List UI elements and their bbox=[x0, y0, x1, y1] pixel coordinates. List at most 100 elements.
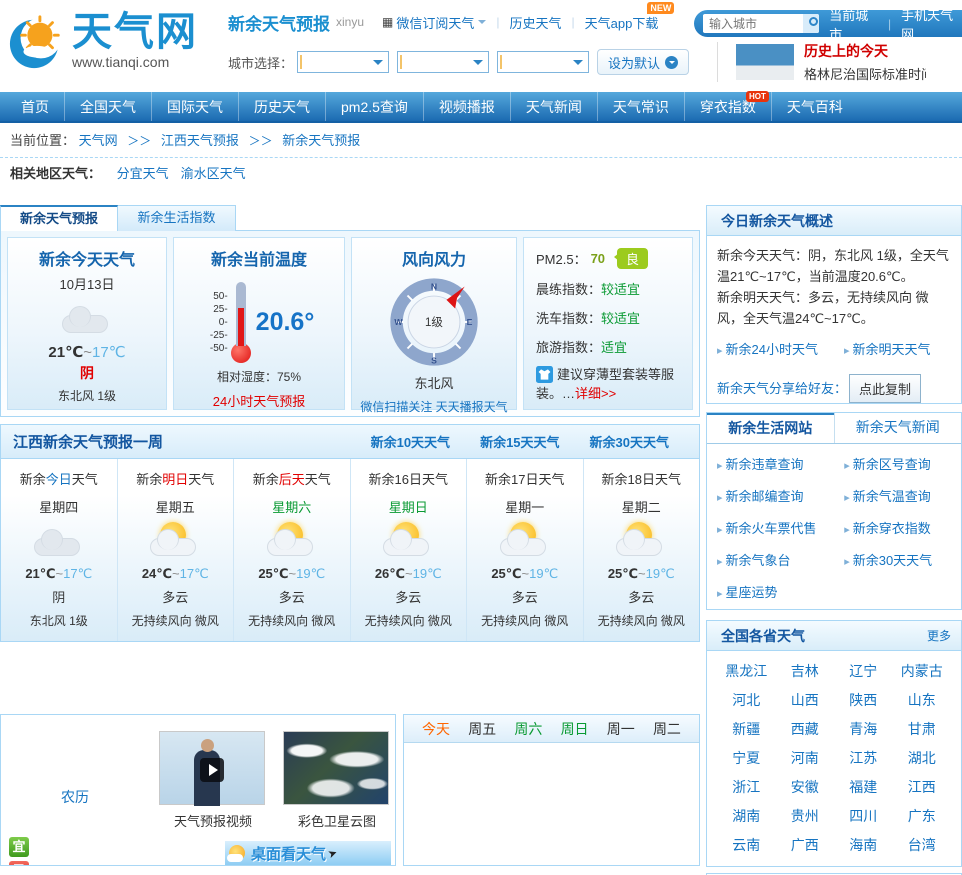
province-link[interactable]: 河北 bbox=[717, 686, 776, 715]
extended-forecast-link[interactable]: 新余15天天气 bbox=[480, 435, 559, 450]
nav-item[interactable]: 视频播报 bbox=[424, 92, 511, 121]
province-link[interactable]: 湖南 bbox=[717, 802, 776, 831]
life-service-link[interactable]: ▸ 新余穿衣指数 bbox=[844, 518, 957, 537]
district-select[interactable] bbox=[497, 51, 590, 73]
nav-item[interactable]: 首页 bbox=[6, 92, 65, 121]
breadcrumb-city-link[interactable]: 新余天气预报 bbox=[282, 133, 360, 148]
copy-button[interactable]: 点此复制 bbox=[849, 374, 922, 403]
nav-item[interactable]: 国际天气 bbox=[152, 92, 239, 121]
history-today-thumbnail[interactable] bbox=[736, 44, 795, 80]
tab-weather-forecast[interactable]: 新余天气预报 bbox=[0, 205, 118, 231]
province-link[interactable]: 江苏 bbox=[834, 744, 893, 773]
mobile-site-link[interactable]: 手机天气网 bbox=[901, 5, 962, 43]
satellite-thumbnail[interactable]: 彩色卫星云图 bbox=[283, 731, 391, 830]
life-service-link[interactable]: ▸ 新余气温查询 bbox=[844, 486, 957, 505]
province-link[interactable]: 广东 bbox=[893, 802, 952, 831]
dress-detail-link[interactable]: 详细>> bbox=[575, 386, 616, 401]
desktop-weather-banner[interactable]: 桌面看天气 ➤ bbox=[225, 841, 391, 865]
search-button[interactable] bbox=[803, 14, 820, 33]
nav-item[interactable]: 天气百科 bbox=[772, 92, 858, 121]
day-tab[interactable]: 周日 bbox=[561, 719, 589, 739]
province-link[interactable]: 宁夏 bbox=[717, 744, 776, 773]
province-link[interactable]: 四川 bbox=[834, 802, 893, 831]
city-search-input[interactable] bbox=[703, 15, 803, 32]
current-city-link[interactable]: 当前城市 bbox=[829, 5, 878, 43]
weather-video-thumbnail[interactable]: 天气预报视频 bbox=[159, 731, 267, 830]
province-link[interactable]: 海南 bbox=[834, 831, 893, 860]
province-link[interactable]: 云南 bbox=[717, 831, 776, 860]
province-link[interactable]: 安徽 bbox=[776, 773, 835, 802]
province-link[interactable]: 台湾 bbox=[893, 831, 952, 860]
city-select[interactable] bbox=[397, 51, 490, 73]
forecast-day-column[interactable]: 新余明日天气 星期五 24℃~17℃ 多云 无持续风向 微风 bbox=[118, 459, 234, 641]
province-link[interactable]: 辽宁 bbox=[834, 657, 893, 686]
tab-life-index[interactable]: 新余生活指数 bbox=[118, 205, 236, 231]
day-tab[interactable]: 周六 bbox=[514, 719, 542, 739]
life-service-link[interactable]: ▸ 新余火车票代售 bbox=[717, 518, 844, 537]
life-service-link[interactable]: ▸ 新余区号查询 bbox=[844, 454, 957, 473]
province-link[interactable]: 贵州 bbox=[776, 802, 835, 831]
history-weather-link[interactable]: 历史天气 bbox=[510, 13, 562, 32]
more-link[interactable]: 更多 bbox=[927, 627, 951, 644]
forecast-day-column[interactable]: 新余今日天气 星期四 21℃~17℃ 阴 东北风 1级 bbox=[1, 459, 118, 641]
breadcrumb-province-link[interactable]: 江西天气预报 bbox=[161, 133, 239, 148]
province-link[interactable]: 吉林 bbox=[776, 657, 835, 686]
province-select[interactable] bbox=[297, 51, 390, 73]
nav-item[interactable]: 天气常识 bbox=[598, 92, 685, 121]
nav-item[interactable]: 历史天气 bbox=[239, 92, 326, 121]
overview-quick-link[interactable]: ▸ 新余明天天气 bbox=[844, 339, 931, 362]
day-tab[interactable]: 今天 bbox=[422, 719, 450, 739]
tab-life-websites[interactable]: 新余生活网站 bbox=[707, 413, 834, 443]
province-link[interactable]: 甘肃 bbox=[893, 715, 952, 744]
weixin-follow-link[interactable]: 微信扫描关注 天天播报天气 bbox=[360, 398, 507, 415]
province-link[interactable]: 新疆 bbox=[717, 715, 776, 744]
forecast-day-column[interactable]: 新余后天天气 星期六 25℃~19℃ 多云 无持续风向 微风 bbox=[234, 459, 351, 641]
province-link[interactable]: 江西 bbox=[893, 773, 952, 802]
history-today-link[interactable]: 历史上的今天 bbox=[804, 43, 888, 59]
province-link[interactable]: 山西 bbox=[776, 686, 835, 715]
related-region-link[interactable]: 分宜天气 bbox=[117, 166, 169, 181]
tab-weather-news[interactable]: 新余天气新闻 bbox=[833, 413, 962, 443]
day-tab[interactable]: 周二 bbox=[653, 719, 681, 739]
province-link[interactable]: 浙江 bbox=[717, 773, 776, 802]
breadcrumb-home-link[interactable]: 天气网 bbox=[79, 133, 118, 148]
overview-quick-link[interactable]: ▸ 新余24小时天气 bbox=[717, 339, 818, 362]
province-link[interactable]: 福建 bbox=[834, 773, 893, 802]
site-logo[interactable]: 天气网 www.tianqi.com bbox=[8, 12, 198, 70]
hourly-forecast-link[interactable]: 24小时天气预报 bbox=[213, 391, 305, 410]
province-link[interactable]: 西藏 bbox=[776, 715, 835, 744]
life-service-link[interactable]: ▸ 新余邮编查询 bbox=[717, 486, 844, 505]
forecast-day-column[interactable]: 新余16日天气 星期日 26℃~19℃ 多云 无持续风向 微风 bbox=[351, 459, 467, 641]
province-link[interactable]: 陕西 bbox=[834, 686, 893, 715]
set-default-button[interactable]: 设为默认 bbox=[597, 49, 690, 75]
extended-forecast-link[interactable]: 新余10天天气 bbox=[371, 435, 450, 450]
nav-item[interactable]: 天气新闻 bbox=[511, 92, 598, 121]
life-service-link[interactable]: ▸ 新余30天天气 bbox=[844, 550, 957, 569]
province-link[interactable]: 黑龙江 bbox=[717, 657, 776, 686]
forecast-wind: 无持续风向 微风 bbox=[248, 614, 336, 628]
nav-item[interactable]: 穿衣指数 HOT bbox=[685, 91, 772, 121]
life-service-link[interactable]: ▸ 新余违章查询 bbox=[717, 454, 844, 473]
province-link[interactable]: 河南 bbox=[776, 744, 835, 773]
sun-cloud-icon bbox=[227, 845, 245, 862]
related-region-link[interactable]: 渝水区天气 bbox=[181, 166, 246, 181]
life-service-link[interactable]: ▸ 新余气象台 bbox=[717, 550, 844, 569]
weixin-subscribe-link[interactable]: ▦ 微信订阅天气 bbox=[382, 13, 487, 32]
province-link[interactable]: 青海 bbox=[834, 715, 893, 744]
extended-forecast-link[interactable]: 新余30天天气 bbox=[590, 435, 669, 450]
forecast-day-column[interactable]: 新余17日天气 星期一 25℃~19℃ 多云 无持续风向 微风 bbox=[467, 459, 584, 641]
arrow-bullet-icon: ▸ bbox=[717, 524, 723, 536]
province-link[interactable]: 广西 bbox=[776, 831, 835, 860]
nav-item[interactable]: pm2.5查询 bbox=[326, 92, 424, 121]
play-icon[interactable] bbox=[200, 758, 224, 782]
province-link[interactable]: 山东 bbox=[893, 686, 952, 715]
nav-item[interactable]: 全国天气 bbox=[65, 92, 152, 121]
lunar-calendar-link[interactable]: 农历 bbox=[61, 787, 89, 807]
forecast-day-column[interactable]: 新余18日天气 星期二 25℃~19℃ 多云 无持续风向 微风 bbox=[584, 459, 700, 641]
province-link[interactable]: 内蒙古 bbox=[893, 657, 952, 686]
life-service-link[interactable]: ▸ 星座运势 bbox=[717, 582, 844, 601]
province-link[interactable]: 湖北 bbox=[893, 744, 952, 773]
day-tab[interactable]: 周一 bbox=[607, 719, 635, 739]
app-download-link[interactable]: 天气app下载 NEW bbox=[585, 1, 675, 32]
day-tab[interactable]: 周五 bbox=[468, 719, 496, 739]
